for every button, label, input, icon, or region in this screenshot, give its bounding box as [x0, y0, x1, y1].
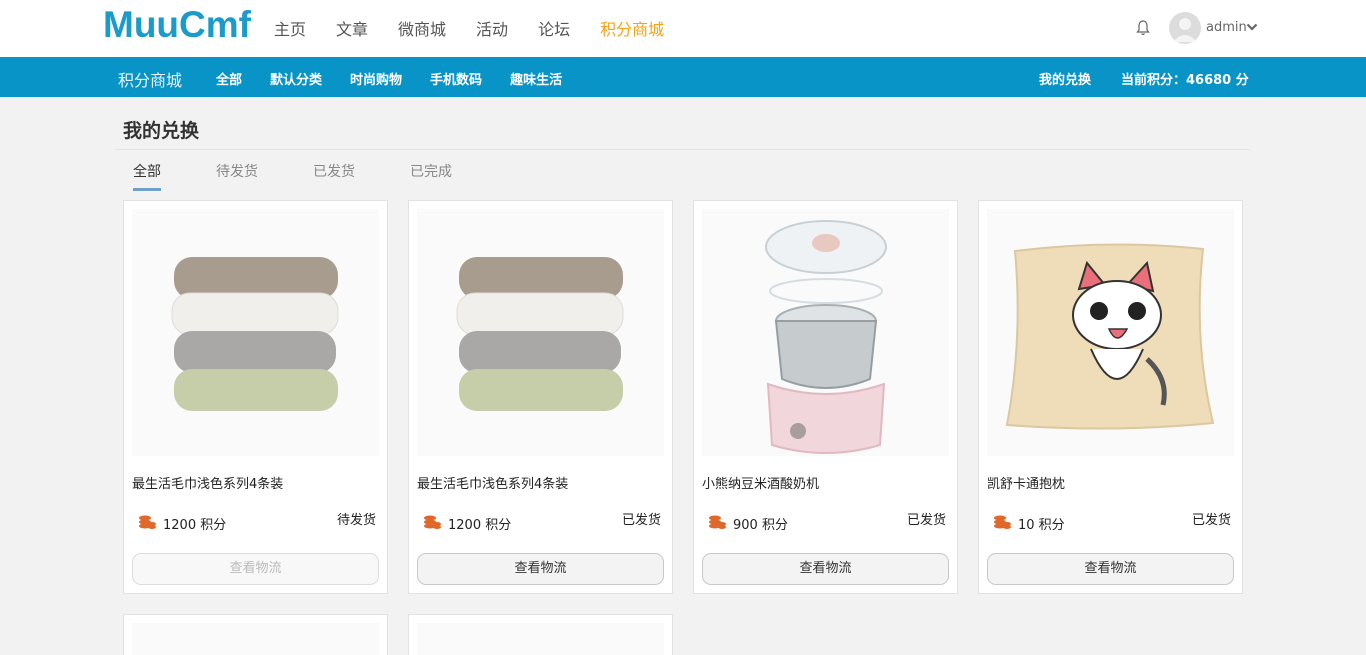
order-card: 凯舒卡通抱枕 10 积分 已发货 查看物流: [978, 200, 1243, 594]
chevron-down-icon[interactable]: [1246, 22, 1258, 32]
order-card: 小熊纳豆米酒酸奶机 900 积分 已发货 查看物流: [693, 200, 958, 594]
view-logistics-button[interactable]: 查看物流: [132, 553, 379, 585]
divider: [115, 149, 1250, 150]
order-status: 待发货: [336, 513, 376, 528]
coins-icon: [139, 515, 156, 529]
nav-home[interactable]: 主页: [274, 16, 306, 40]
tab-all[interactable]: 全部: [133, 161, 161, 191]
username[interactable]: admin: [1206, 20, 1247, 35]
order-card: 最生活毛巾浅色系列4条装 1200 积分 已发货 查看物流: [408, 200, 673, 594]
nav-points-mall[interactable]: 积分商城: [600, 16, 664, 40]
product-points: 900 积分: [733, 518, 788, 533]
order-status: 已发货: [906, 513, 946, 528]
category-nav: 全部 默认分类 时尚购物 手机数码 趣味生活: [216, 69, 590, 88]
product-image-yogurt-maker[interactable]: [702, 209, 949, 456]
nav-forum[interactable]: 论坛: [538, 16, 570, 40]
nav-events[interactable]: 活动: [476, 16, 508, 40]
main-nav: 主页 文章 微商城 活动 论坛 积分商城: [274, 16, 694, 40]
nav-micro-shop[interactable]: 微商城: [398, 16, 446, 40]
product-points: 10 积分: [1018, 518, 1065, 533]
order-card: [123, 614, 388, 655]
view-logistics-button[interactable]: 查看物流: [417, 553, 664, 585]
nav-articles[interactable]: 文章: [336, 16, 368, 40]
category-digital[interactable]: 手机数码: [430, 69, 482, 88]
coins-icon: [994, 515, 1011, 529]
product-name[interactable]: 最生活毛巾浅色系列4条装: [417, 473, 568, 492]
bell-icon[interactable]: [1135, 19, 1151, 37]
order-card: 最生活毛巾浅色系列4条装 1200 积分 待发货 查看物流: [123, 200, 388, 594]
product-image-towels[interactable]: [132, 209, 379, 456]
category-all[interactable]: 全部: [216, 69, 242, 88]
order-card: [408, 614, 673, 655]
category-default[interactable]: 默认分类: [270, 69, 322, 88]
product-points: 1200 积分: [448, 518, 512, 533]
category-fashion[interactable]: 时尚购物: [350, 69, 402, 88]
coins-icon: [424, 515, 441, 529]
points-mall-bar: 积分商城 全部 默认分类 时尚购物 手机数码 趣味生活 我的兑换 当前积分：46…: [0, 57, 1366, 97]
product-name[interactable]: 最生活毛巾浅色系列4条装: [132, 473, 283, 492]
tab-completed[interactable]: 已完成: [410, 161, 452, 191]
site-logo[interactable]: MuuCmf: [103, 4, 251, 46]
product-name[interactable]: 凯舒卡通抱枕: [987, 473, 1065, 492]
tab-pending-shipment[interactable]: 待发货: [216, 161, 258, 191]
category-fun-life[interactable]: 趣味生活: [510, 69, 562, 88]
current-points: 当前积分：46680 分: [1121, 73, 1249, 88]
coins-icon: [709, 515, 726, 529]
view-logistics-button[interactable]: 查看物流: [702, 553, 949, 585]
my-exchange-link[interactable]: 我的兑换: [1039, 69, 1091, 88]
product-name[interactable]: 小熊纳豆米酒酸奶机: [702, 473, 819, 492]
order-status: 已发货: [621, 513, 661, 528]
page-title: 我的兑换: [123, 120, 200, 142]
order-status: 已发货: [1191, 513, 1231, 528]
product-image-cat-pillow[interactable]: [987, 209, 1234, 456]
order-status-tabs: 全部 待发货 已发货 已完成: [133, 161, 507, 191]
tab-shipped[interactable]: 已发货: [313, 161, 355, 191]
product-image[interactable]: [417, 623, 664, 655]
top-navbar: MuuCmf 主页 文章 微商城 活动 论坛 积分商城 admin: [0, 0, 1366, 57]
product-image-towels[interactable]: [417, 209, 664, 456]
view-logistics-button[interactable]: 查看物流: [987, 553, 1234, 585]
points-mall-brand[interactable]: 积分商城: [118, 67, 182, 91]
avatar[interactable]: [1169, 12, 1201, 44]
product-image[interactable]: [132, 623, 379, 655]
user-silhouette-icon: [1173, 18, 1197, 42]
product-points: 1200 积分: [163, 518, 227, 533]
